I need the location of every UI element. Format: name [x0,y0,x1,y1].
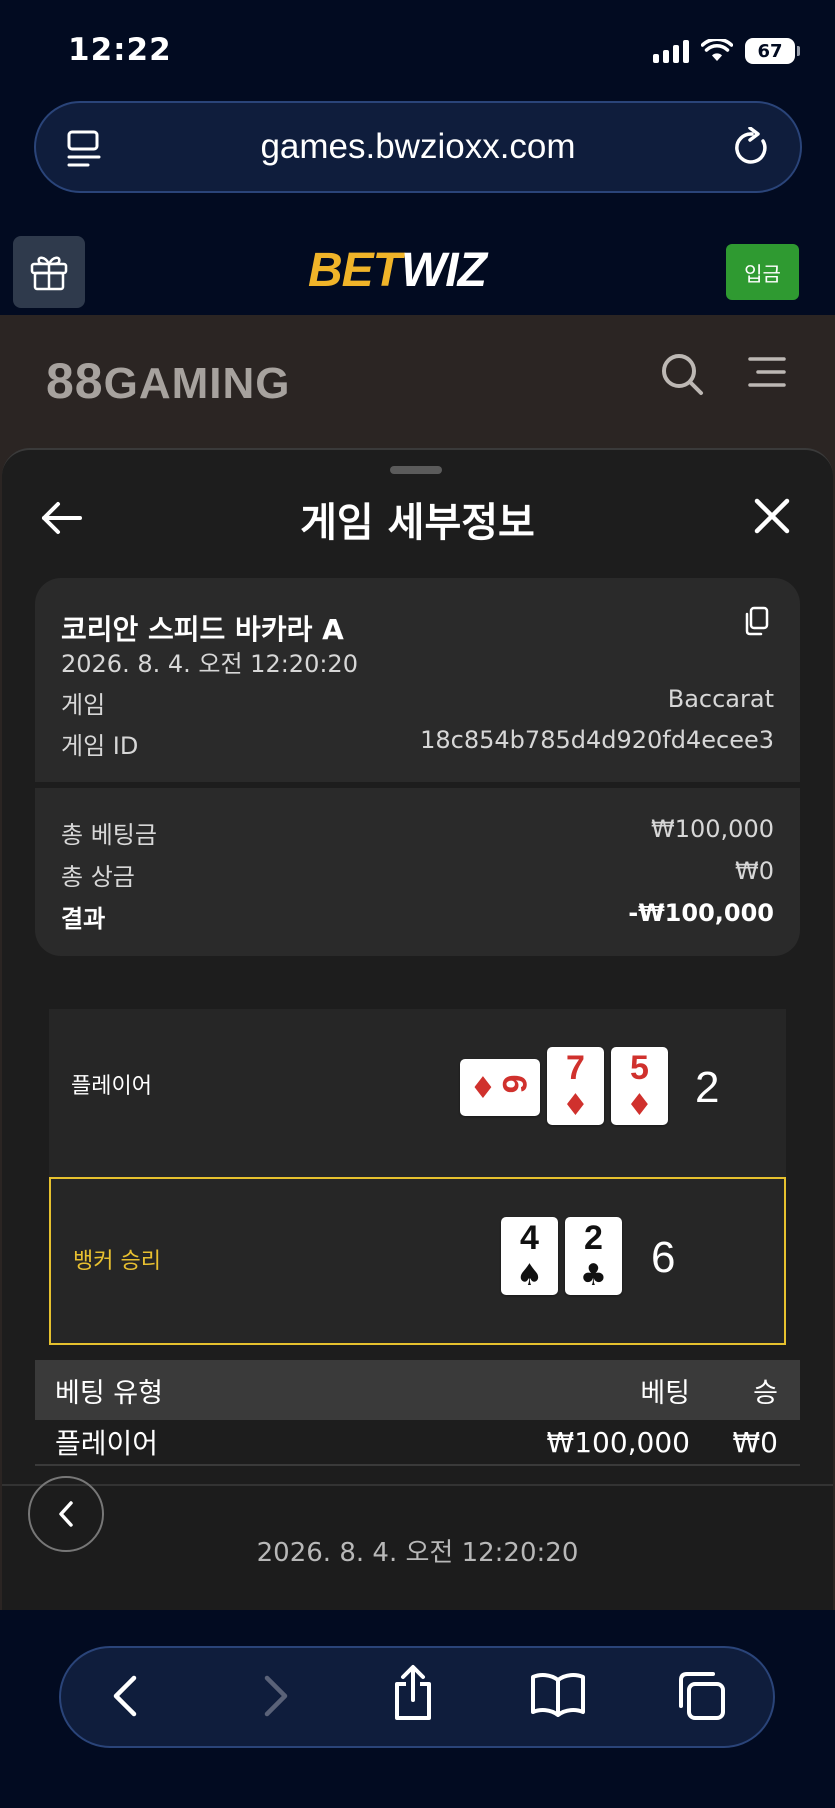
bet-table-header: 베팅 유형 베팅 승 [35,1360,800,1420]
result-row: 결과 -₩100,000 [61,899,774,934]
betwiz-logo[interactable]: BETWIZ [308,243,487,298]
sheet-drag-handle[interactable] [390,466,442,474]
reload-icon[interactable] [732,127,772,169]
close-icon[interactable] [752,496,792,536]
total-win-value: ₩0 [735,857,774,885]
page-menu-icon[interactable] [66,129,102,169]
back-icon[interactable] [108,1668,144,1724]
search-icon[interactable] [660,352,704,396]
88gaming-logo: 88GAMING [46,352,291,410]
battery-icon: 67 [745,38,800,64]
card-rank: 7 [566,1049,585,1087]
card-rank: 4 [520,1219,539,1257]
playing-card: 7 ♦ [547,1047,604,1125]
tabs-icon[interactable] [675,1670,727,1722]
result-value: -₩100,000 [628,899,774,927]
header-win: 승 [753,1377,778,1409]
total-bet-label: 총 베팅금 [61,821,157,849]
player-total: 2 [695,1063,720,1112]
playing-card: 4 ♠ [501,1217,558,1295]
game-id-value: 18c854b785d4d920fd4ecee3 [420,726,774,754]
diamond-icon: ♦ [626,1088,653,1123]
gift-icon [30,256,68,291]
deposit-button[interactable]: 입금 [726,244,799,300]
share-icon[interactable] [389,1664,437,1724]
playing-card: 6 ♦ [460,1059,540,1116]
banker-win-label: 뱅커 승리 [73,1249,161,1274]
status-time: 12:22 [68,32,172,68]
total-win-row: 총 상금 ₩0 [61,857,774,892]
total-bet-row: 총 베팅금 ₩100,000 [61,815,774,850]
game-datetime: 2026. 8. 4. 오전 12:20:20 [61,650,358,678]
sheet-title: 게임 세부정보 [300,500,535,546]
footer-date: 2026. 8. 4. 오전 12:20:20 [256,1538,579,1568]
card-rank: 2 [584,1219,603,1257]
datetime-row: 2026. 8. 4. 오전 12:20:20 [61,644,774,679]
playing-card: 5 ♦ [611,1047,668,1125]
logo-wiz: WIZ [401,244,487,297]
game-name: 코리안 스피드 바카라 A [61,613,344,646]
player-label: 플레이어 [71,1074,152,1099]
chevron-left-icon [59,1501,73,1527]
hamburger-menu-icon[interactable] [748,356,786,388]
address-bar[interactable]: games.bwzioxx.com [34,101,802,193]
banker-total: 6 [651,1233,676,1282]
header-bet: 베팅 [640,1377,690,1409]
logo-bet: BET [308,244,402,297]
bet-table: 베팅 유형 베팅 승 플레이어 ₩100,000 ₩0 [35,1360,800,1466]
table-row: 플레이어 ₩100,000 ₩0 [35,1420,800,1466]
wifi-icon [701,39,733,61]
game-type-value: Baccarat [667,685,774,713]
player-hand: 플레이어 6 ♦ 7 ♦ 5 ♦ 2 [49,1009,786,1177]
logo-gaming: GAMING [103,359,291,408]
card-rank: 6 [495,1074,533,1094]
logo-88: 88 [46,353,104,409]
gift-button[interactable] [13,236,85,308]
playing-card: 2 ♣ [565,1217,622,1295]
total-bet-value: ₩100,000 [651,815,774,843]
game-info-card: 코리안 스피드 바카라 A 2026. 8. 4. 오전 12:20:20 게임… [35,578,800,956]
bookmarks-icon[interactable] [530,1672,586,1718]
game-type-label: 게임 [61,691,106,719]
banker-cards: 4 ♠ 2 ♣ [501,1217,622,1295]
bet-type-cell: 플레이어 [55,1427,159,1460]
copy-icon[interactable] [744,606,770,636]
card-divider [35,782,800,788]
win-amount-cell: ₩0 [732,1425,779,1459]
header-bet-type: 베팅 유형 [55,1377,163,1409]
player-cards: 6 ♦ 7 ♦ 5 ♦ [460,1047,668,1125]
total-win-label: 총 상금 [61,863,135,891]
result-label: 결과 [61,905,106,933]
cellular-signal-icon [653,39,689,63]
bet-amount-cell: ₩100,000 [546,1425,690,1459]
forward-icon[interactable] [257,1668,293,1724]
game-type-row: 게임 Baccarat [61,685,774,720]
url-text[interactable]: games.bwzioxx.com [260,127,575,167]
game-id-row: 게임 ID 18c854b785d4d920fd4ecee3 [61,726,774,761]
status-icons: 67 [653,38,800,64]
spade-icon: ♠ [516,1258,543,1293]
game-id-label: 게임 ID [61,732,139,760]
card-rank: 5 [630,1049,649,1087]
diamond-icon: ♦ [562,1088,589,1123]
club-icon: ♣ [580,1258,607,1293]
diamond-icon: ♦ [469,1071,497,1106]
banker-hand: 뱅커 승리 4 ♠ 2 ♣ 6 [49,1177,786,1345]
